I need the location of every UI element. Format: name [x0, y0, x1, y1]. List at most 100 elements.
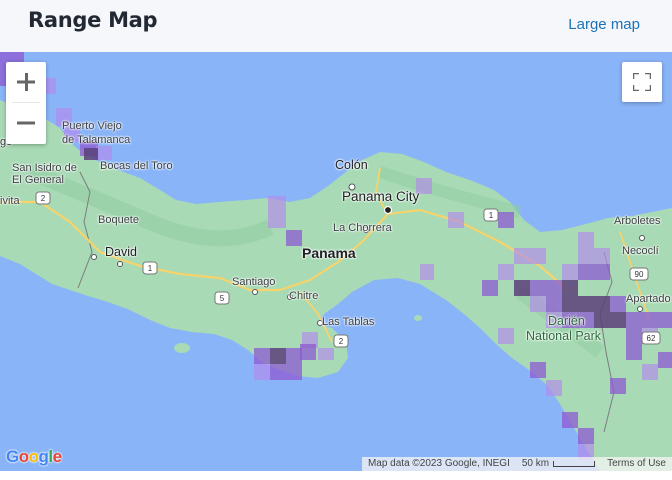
svg-text:2: 2 [41, 194, 46, 203]
place-label: Boquete [98, 214, 139, 226]
place-label: Necoclí [622, 245, 659, 257]
range-cell [84, 148, 98, 160]
range-cell [498, 264, 514, 280]
range-cell [96, 146, 112, 160]
large-map-link[interactable]: Large map [568, 16, 640, 33]
range-cell [514, 248, 530, 264]
svg-text:2: 2 [339, 337, 344, 346]
range-cell [610, 378, 626, 394]
fullscreen-button[interactable] [622, 62, 662, 102]
range-cell [658, 352, 672, 368]
range-cell [530, 362, 546, 378]
city-dot [639, 235, 645, 241]
google-logo: Google [6, 447, 62, 466]
city-dot [252, 289, 258, 295]
place-label: Las Tablas [322, 316, 375, 328]
map-canvas[interactable]: 1 2 1 5 2 90 62 [0, 52, 672, 471]
range-cell [626, 312, 642, 328]
range-cell [286, 348, 302, 364]
range-cell [626, 328, 642, 344]
svg-text:1: 1 [148, 264, 153, 273]
city-dot [383, 205, 393, 215]
range-cell [530, 280, 546, 296]
terms-of-use-link[interactable]: Terms of Use [601, 457, 672, 471]
island [414, 315, 422, 321]
svg-text:62: 62 [647, 334, 656, 343]
plus-icon [17, 73, 35, 91]
minus-icon [17, 121, 35, 125]
range-cell [420, 264, 434, 280]
range-cell [626, 344, 642, 360]
range-cell [578, 264, 594, 280]
park-label: National Park [526, 329, 602, 343]
place-label: Arboletes [614, 215, 661, 227]
city-dot [637, 306, 643, 312]
range-cell [594, 264, 610, 280]
road-shield-2-west: 2 [35, 191, 51, 205]
map-attribution: Map data ©2023 Google, INEGI 50 km Terms… [361, 457, 672, 471]
range-cell [286, 364, 302, 380]
range-map[interactable]: 1 2 1 5 2 90 62 Puerto Viejo de Talamanc… [0, 52, 672, 471]
place-label: El General [12, 174, 64, 186]
range-cell [270, 348, 286, 364]
zoom-in-button[interactable] [6, 62, 46, 102]
range-cell [594, 248, 610, 264]
range-cell [562, 280, 578, 296]
range-cell [300, 344, 316, 360]
range-cell [562, 296, 578, 312]
country-label: Panama [302, 245, 356, 261]
map-data-attribution: Map data ©2023 Google, INEGI [367, 458, 510, 469]
svg-text:90: 90 [635, 270, 644, 279]
range-cell [318, 348, 334, 360]
road-shield-90: 90 [629, 267, 649, 281]
range-cell [268, 196, 286, 228]
range-cell [594, 296, 610, 312]
place-label: de Talamanca [62, 134, 131, 146]
road-shield-5: 5 [214, 291, 230, 305]
place-label: Apartado [626, 293, 671, 305]
range-cell [498, 328, 514, 344]
scale-bar[interactable]: 50 km [516, 457, 601, 471]
svg-text:5: 5 [220, 294, 225, 303]
range-cell [254, 348, 270, 364]
range-cell [578, 296, 594, 312]
range-cell [546, 296, 562, 312]
range-cell [562, 412, 578, 428]
range-cell [530, 296, 546, 312]
range-cell [482, 280, 498, 296]
place-label: ivita [0, 195, 20, 207]
range-cell [254, 364, 270, 380]
fullscreen-icon [633, 73, 651, 91]
range-cell [610, 296, 626, 312]
city-dot [91, 254, 97, 260]
place-label: Santiago [232, 276, 276, 288]
scale-line [553, 461, 596, 467]
range-cell [514, 280, 530, 296]
range-cell [642, 364, 658, 380]
range-cell [530, 248, 546, 264]
page-title: Range Map [28, 8, 158, 32]
range-cell [578, 248, 594, 264]
range-cell [546, 380, 562, 396]
zoom-out-button[interactable] [6, 103, 46, 143]
road-shield-1-west: 1 [142, 261, 158, 275]
place-label: David [105, 245, 137, 259]
road-shield-62: 62 [641, 331, 661, 345]
svg-text:1: 1 [489, 211, 494, 220]
range-cell [594, 312, 610, 328]
island [174, 343, 190, 353]
place-label: La Chorrera [333, 222, 392, 234]
range-cell [286, 230, 302, 246]
range-cell [546, 280, 562, 296]
range-cell [448, 212, 464, 228]
place-label: Colón [335, 158, 368, 172]
road-shield-1-east: 1 [483, 208, 499, 222]
range-cell [658, 312, 672, 328]
place-label: Bocas del Toro [100, 160, 173, 172]
range-cell [562, 264, 578, 280]
scale-label: 50 km [521, 458, 550, 469]
park-label: Darién [548, 314, 585, 328]
header: Range Map Large map [0, 0, 672, 52]
range-cell [578, 232, 594, 248]
zoom-control [6, 62, 46, 144]
